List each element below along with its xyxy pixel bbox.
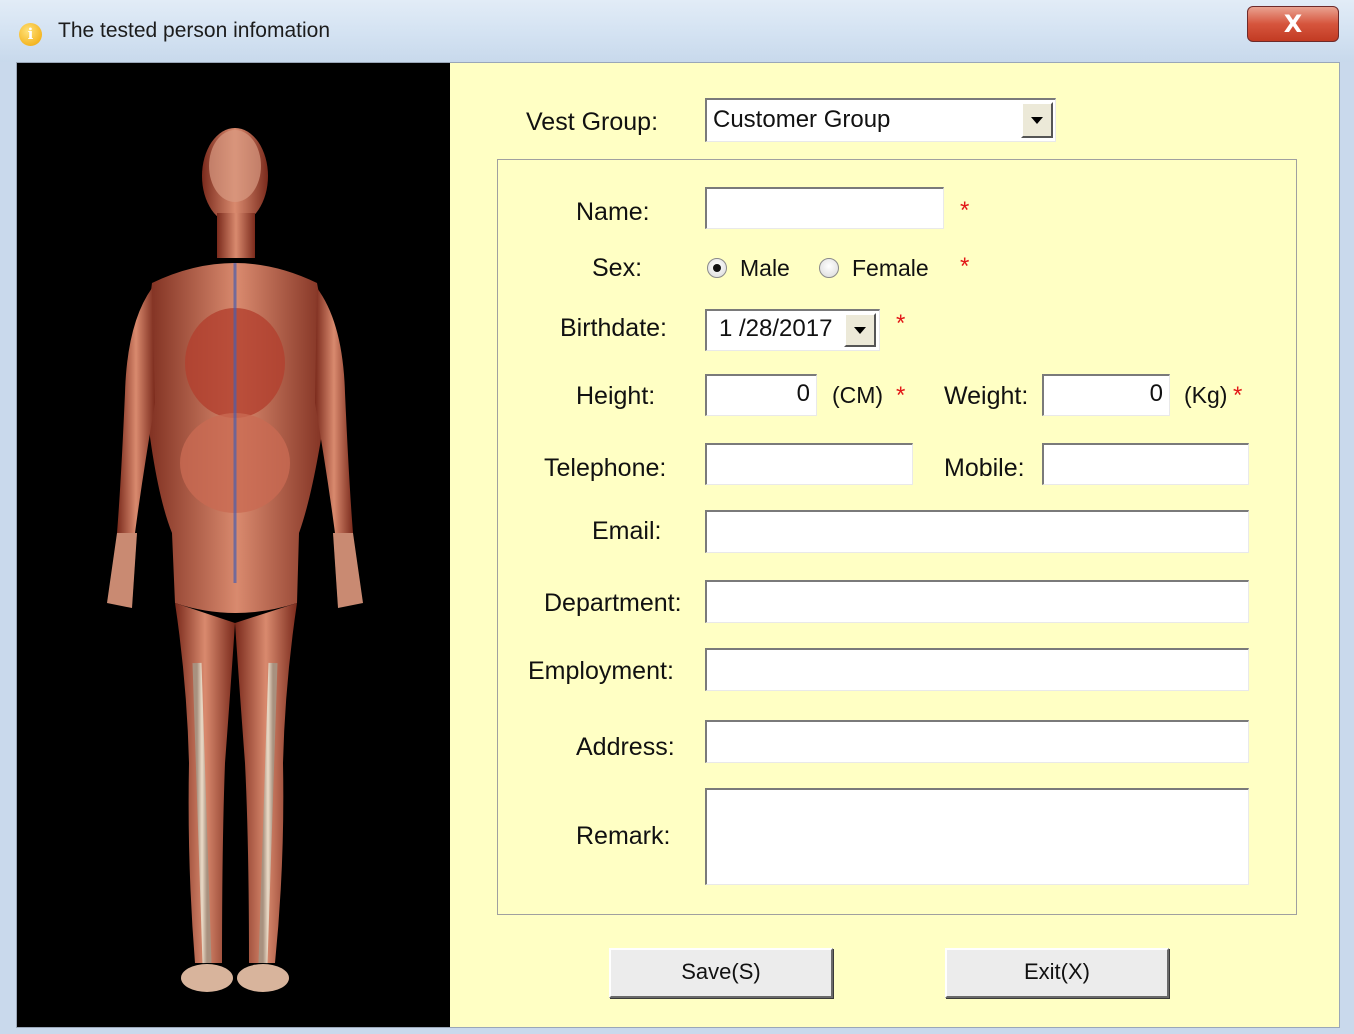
employment-input[interactable] [705, 648, 1249, 691]
sex-female-radio[interactable] [819, 258, 839, 278]
radio-selected-dot [713, 264, 721, 272]
chevron-down-icon [854, 327, 866, 334]
department-label: Department: [544, 589, 682, 617]
sex-male-label[interactable]: Male [740, 255, 790, 282]
height-required-marker: * [896, 382, 906, 409]
info-icon: i [19, 23, 42, 46]
email-input[interactable] [705, 510, 1249, 553]
weight-label: Weight: [944, 382, 1029, 410]
chevron-down-icon [1031, 117, 1043, 124]
mobile-input[interactable] [1042, 443, 1249, 485]
vest-group-select[interactable]: Customer Group [705, 98, 1056, 142]
mobile-label: Mobile: [944, 454, 1025, 482]
name-required-marker: * [960, 197, 970, 224]
name-label: Name: [576, 198, 650, 226]
weight-input[interactable]: 0 [1042, 374, 1170, 416]
close-button[interactable]: X [1247, 6, 1339, 42]
vest-group-dropdown-button[interactable] [1021, 102, 1053, 138]
birthdate-required-marker: * [896, 310, 906, 337]
anatomy-image [17, 63, 450, 1027]
birthdate-label: Birthdate: [560, 314, 668, 342]
window-title: The tested person infomation [58, 19, 330, 42]
sex-label: Sex: [592, 254, 643, 282]
height-unit: (CM) [832, 382, 884, 408]
remark-textarea[interactable] [705, 788, 1249, 885]
address-input[interactable] [705, 720, 1249, 763]
vest-group-label: Vest Group: [526, 108, 659, 136]
save-button[interactable]: Save(S) [609, 948, 833, 998]
height-label: Height: [576, 382, 656, 410]
exit-button[interactable]: Exit(X) [945, 948, 1169, 998]
telephone-label: Telephone: [544, 454, 667, 482]
sex-female-label[interactable]: Female [852, 255, 929, 282]
weight-required-marker: * [1233, 382, 1243, 409]
employment-label: Employment: [528, 657, 674, 685]
weight-unit: (Kg) [1184, 382, 1228, 408]
anatomy-figure [107, 128, 363, 992]
email-label: Email: [592, 517, 662, 545]
sex-required-marker: * [960, 253, 970, 280]
remark-label: Remark: [576, 822, 671, 850]
name-input[interactable] [705, 187, 944, 229]
height-input[interactable]: 0 [705, 374, 817, 416]
telephone-input[interactable] [705, 443, 913, 485]
birthdate-dropdown-button[interactable] [844, 313, 876, 347]
sex-male-radio[interactable] [707, 258, 727, 278]
department-input[interactable] [705, 580, 1249, 623]
address-label: Address: [576, 733, 675, 761]
dialog-window: i The tested person infomation X Vest Gr… [0, 0, 1354, 1034]
title-bar[interactable]: i The tested person infomation X [0, 0, 1354, 62]
